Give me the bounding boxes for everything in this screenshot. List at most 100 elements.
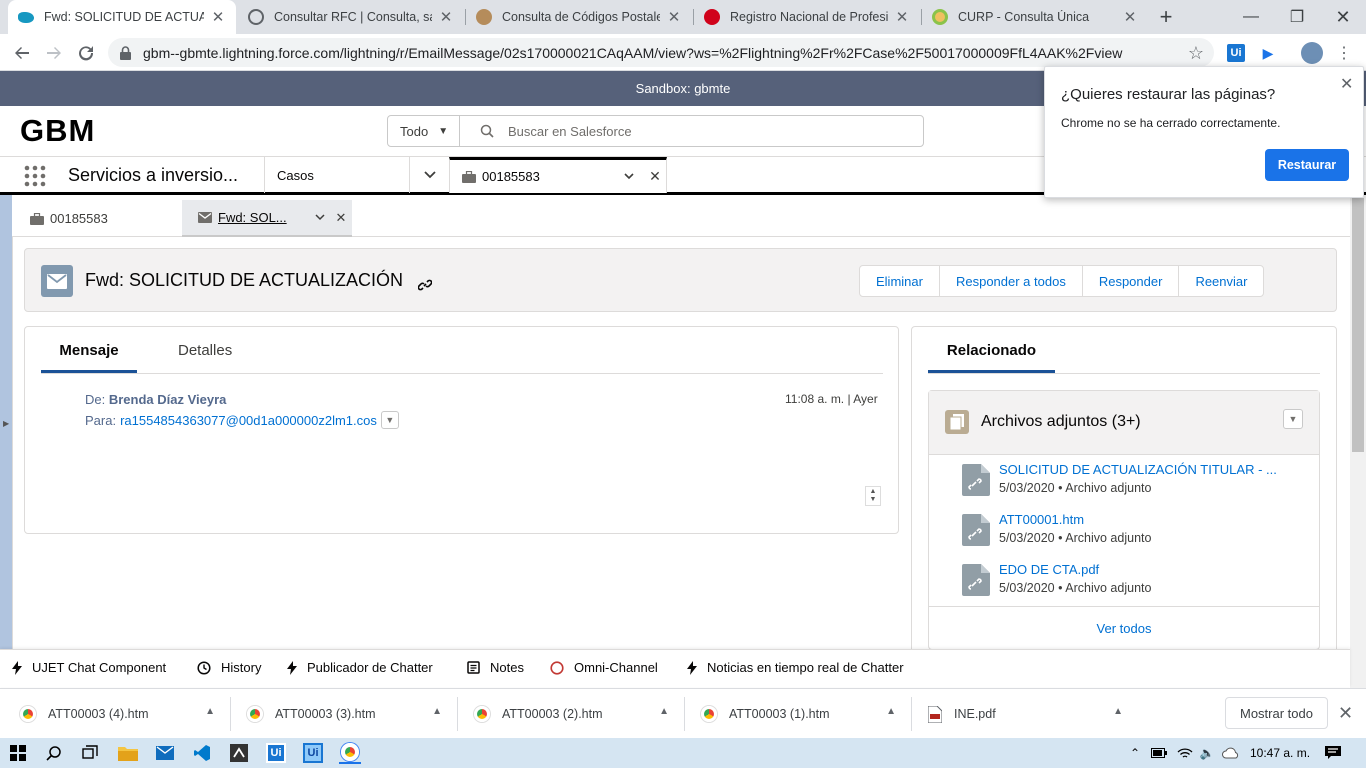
attachment-item: SOLICITUD DE ACTUALIZACIÓN TITULAR - ...…: [962, 462, 1302, 504]
close-window-icon[interactable]: ✕: [1320, 0, 1366, 34]
chevron-down-icon[interactable]: [409, 157, 449, 193]
nav-object-menu[interactable]: Casos: [264, 157, 448, 193]
attachments-menu-icon[interactable]: ▼: [1283, 409, 1303, 429]
download-item[interactable]: ATT00003 (3).htm ▲: [247, 700, 442, 728]
notifications-icon[interactable]: [1322, 742, 1344, 764]
view-all-link[interactable]: Ver todos: [929, 606, 1319, 636]
bookmark-star-icon[interactable]: ☆: [1182, 39, 1210, 67]
app-icon[interactable]: [228, 742, 250, 764]
utility-item[interactable]: Omni-Channel: [550, 660, 658, 675]
browser-tab-title: Consulta de Códigos Postales: [502, 10, 660, 24]
postal-icon: [476, 9, 492, 25]
chevron-down-icon[interactable]: [624, 173, 644, 180]
reply-all-button[interactable]: Responder a todos: [938, 266, 1082, 296]
forward-icon[interactable]: [40, 39, 68, 67]
task-view-icon[interactable]: [79, 742, 101, 764]
reply-button[interactable]: Responder: [1081, 266, 1179, 296]
close-icon[interactable]: ✕: [644, 168, 666, 185]
maximize-icon[interactable]: ❐: [1274, 0, 1320, 34]
chevron-up-icon[interactable]: ▲: [659, 706, 669, 717]
show-all-downloads-button[interactable]: Mostrar todo: [1225, 697, 1328, 729]
browser-tab[interactable]: Consultar RFC | Consulta, sacar ✕: [238, 0, 464, 34]
chevron-up-icon[interactable]: ⌃: [1124, 742, 1146, 764]
tab-relacionado[interactable]: Relacionado: [928, 342, 1055, 373]
minimize-icon[interactable]: —: [1228, 0, 1274, 34]
chevron-up-icon[interactable]: ▲: [1113, 706, 1123, 717]
attachments-title[interactable]: Archivos adjuntos (3+): [981, 413, 1141, 431]
nav-workspace-tab[interactable]: 00185583 ✕: [449, 157, 667, 193]
global-search[interactable]: Todo ▼ Buscar en Salesforce: [387, 115, 924, 147]
chevron-up-icon[interactable]: ▲: [886, 706, 896, 717]
download-item[interactable]: ATT00003 (2).htm ▲: [474, 700, 669, 728]
attachment-link[interactable]: SOLICITUD DE ACTUALIZACIÓN TITULAR - ...: [999, 462, 1289, 477]
tab-detalles[interactable]: Detalles: [178, 342, 232, 373]
reload-icon[interactable]: [72, 39, 100, 67]
browser-tab[interactable]: CURP - Consulta Única ✕: [922, 0, 1148, 34]
restore-button[interactable]: Restaurar: [1265, 149, 1349, 181]
utility-item[interactable]: Notes: [467, 660, 524, 675]
chevron-up-icon[interactable]: ▲: [205, 706, 215, 717]
download-filename: ATT00003 (1).htm: [729, 707, 830, 721]
utility-item[interactable]: Publicador de Chatter: [287, 660, 433, 675]
scrollbar-thumb[interactable]: [1352, 198, 1364, 452]
email-from: De: Brenda Díaz Vieyra: [85, 392, 226, 407]
attachment-link[interactable]: ATT00001.htm: [999, 512, 1289, 527]
utility-item[interactable]: UJET Chat Component: [12, 660, 166, 675]
uipath-studio-icon[interactable]: Ui: [265, 742, 287, 764]
vscode-icon[interactable]: [191, 742, 213, 764]
close-tab-icon[interactable]: ✕: [666, 8, 682, 26]
download-item[interactable]: INE.pdf ▲: [928, 700, 1123, 728]
new-tab-icon[interactable]: +: [1154, 5, 1178, 29]
delete-button[interactable]: Eliminar: [860, 266, 939, 296]
utility-item[interactable]: Noticias en tiempo real de Chatter: [687, 660, 904, 675]
cloud-icon[interactable]: [1220, 742, 1242, 764]
app-launcher-icon[interactable]: [24, 165, 46, 187]
close-tab-icon[interactable]: ✕: [894, 8, 910, 26]
scroll-stepper[interactable]: ▲ ▼: [865, 486, 881, 506]
file-explorer-icon[interactable]: [117, 742, 139, 764]
uipath-extension-icon[interactable]: Ui: [1222, 39, 1250, 67]
profile-avatar[interactable]: [1298, 39, 1326, 67]
utility-item[interactable]: History: [197, 660, 261, 675]
search-icon[interactable]: [43, 742, 65, 764]
chrome-taskbar-icon[interactable]: [339, 742, 361, 764]
address-bar[interactable]: gbm--gbmte.lightning.force.com/lightning…: [108, 38, 1214, 67]
subtab-email[interactable]: Fwd: SOL... ✕: [182, 200, 352, 237]
attachment-link[interactable]: EDO DE CTA.pdf: [999, 562, 1289, 577]
uipath-robot-icon[interactable]: Ui: [302, 742, 324, 764]
back-icon[interactable]: [8, 39, 36, 67]
to-address-link[interactable]: ra1554854363077@00d1a000000z2lm1.cos: [120, 413, 377, 428]
chrome-menu-icon[interactable]: ⋮: [1330, 39, 1358, 67]
chevron-up-icon[interactable]: ▲: [432, 706, 442, 717]
company-logo[interactable]: GBM: [20, 113, 95, 149]
panel-collapse-icon[interactable]: ▶: [3, 419, 9, 428]
windows-start-icon[interactable]: [7, 742, 29, 764]
mail-icon[interactable]: [154, 742, 176, 764]
close-tab-icon[interactable]: ✕: [210, 8, 226, 26]
close-downloads-icon[interactable]: ✕: [1338, 703, 1353, 724]
download-item[interactable]: ATT00003 (1).htm ▲: [701, 700, 896, 728]
subtab-case[interactable]: 00185583: [14, 200, 182, 237]
tab-mensaje[interactable]: Mensaje: [41, 342, 137, 373]
close-icon[interactable]: ✕: [330, 210, 352, 226]
play-extension-icon[interactable]: ▶: [1254, 39, 1282, 67]
battery-icon[interactable]: [1148, 742, 1170, 764]
close-tab-icon[interactable]: ✕: [438, 8, 454, 26]
search-scope-dropdown[interactable]: Todo ▼: [388, 116, 460, 146]
file-attachment-icon: [962, 564, 990, 596]
taskbar-clock[interactable]: 10:47 a. m.: [1250, 746, 1310, 760]
browser-tab[interactable]: Consulta de Códigos Postales ✕: [466, 0, 692, 34]
recipients-dropdown-icon[interactable]: ▼: [380, 411, 399, 429]
curp-icon: [932, 9, 948, 25]
chevron-down-icon[interactable]: [310, 214, 330, 221]
forward-button[interactable]: Reenviar: [1178, 266, 1263, 296]
wifi-icon[interactable]: [1174, 742, 1196, 764]
browser-tab-active[interactable]: Fwd: SOLICITUD DE ACTUALIZACIÓN ✕: [8, 0, 236, 34]
close-tab-icon[interactable]: ✕: [1122, 8, 1138, 26]
close-icon[interactable]: ✕: [1340, 74, 1353, 94]
volume-icon[interactable]: 🔈: [1196, 742, 1218, 764]
browser-tab[interactable]: Registro Nacional de Profesiones ✕: [694, 0, 920, 34]
download-item[interactable]: ATT00003 (4).htm ▲: [20, 700, 215, 728]
link-icon[interactable]: [418, 278, 432, 292]
tab-divider: [928, 373, 1320, 374]
